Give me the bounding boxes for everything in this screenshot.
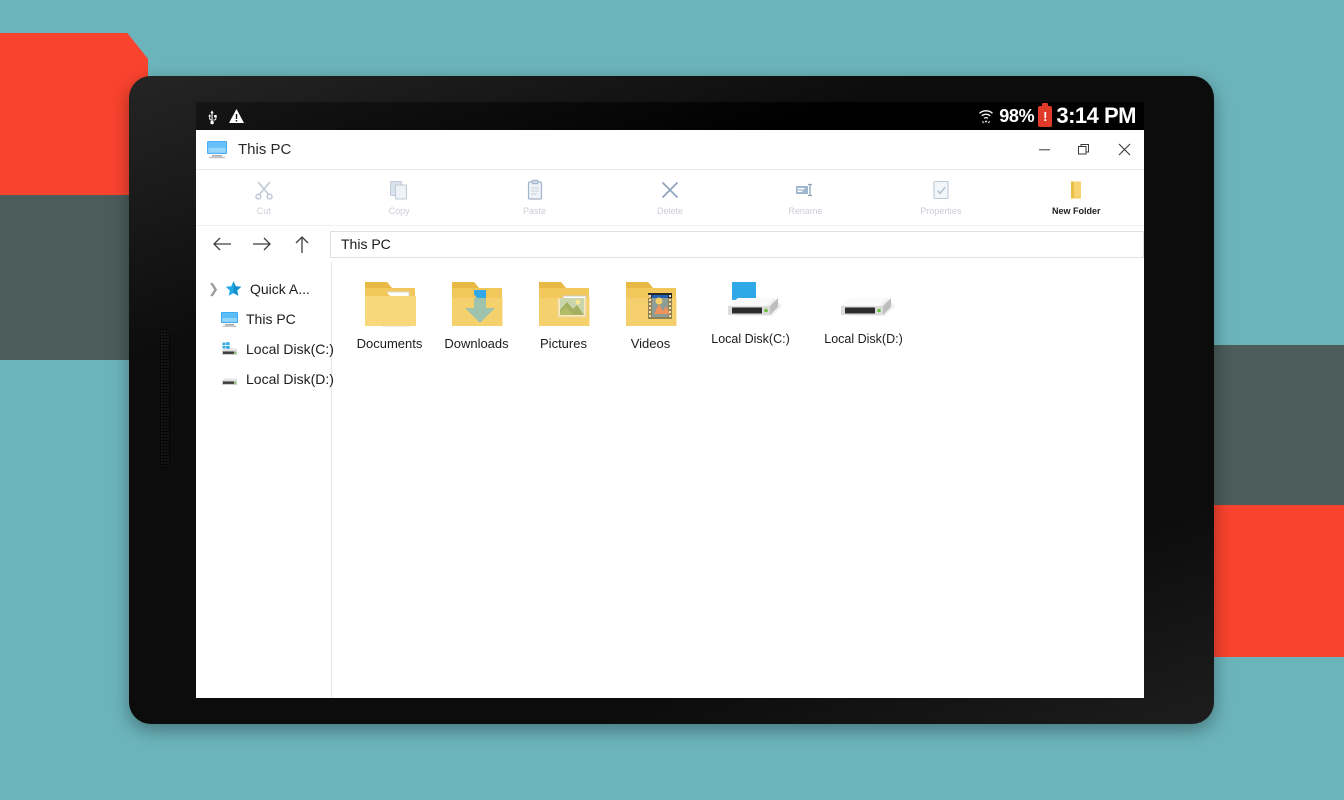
background-block-slate-right (1213, 345, 1344, 505)
window-title: This PC (238, 141, 292, 158)
background-block-red-right (1213, 505, 1344, 657)
sidebar-item-quick-access[interactable]: ❯ Quick A... (196, 274, 331, 304)
toolbar-label: Rename (788, 206, 823, 216)
toolbar-label: Cut (256, 206, 271, 216)
new-folder-icon (1065, 179, 1087, 201)
drive-c-icon (716, 276, 786, 328)
toolbar-label: Paste (523, 206, 547, 216)
navigation-bar: This PC (196, 226, 1144, 262)
speaker-grille (159, 328, 170, 468)
address-bar-value: This PC (341, 236, 391, 252)
toolbar-button-properties[interactable]: Properties (873, 170, 1008, 225)
status-bar-clock: 3:14 PM (1056, 103, 1136, 128)
up-button[interactable] (282, 226, 322, 262)
battery-alert-icon (1038, 102, 1053, 127)
wifi-icon (977, 107, 995, 125)
restore-button[interactable] (1064, 130, 1104, 169)
battery-percent-label: 98% (999, 105, 1035, 126)
warning-icon (228, 108, 245, 124)
drive-d-icon (220, 371, 239, 388)
item-label: Local Disk(D:) (824, 332, 903, 346)
sidebar-item-label: Quick A... (250, 281, 310, 297)
window-controls (1024, 130, 1144, 169)
toolbar-label: Delete (656, 206, 683, 216)
properties-icon (930, 179, 952, 201)
item-label: Downloads (444, 336, 509, 351)
address-bar[interactable]: This PC (330, 230, 1144, 258)
item-local-disk-d[interactable]: Local Disk(D:) (807, 276, 920, 351)
drive-c-icon (220, 341, 239, 358)
window-title-bar: This PC (196, 130, 1144, 170)
explorer-body: ❯ Quick A... This PC Local Disk(C:) Loca… (196, 262, 1144, 698)
item-label: Pictures (540, 336, 587, 351)
toolbar-button-rename[interactable]: Rename (738, 170, 873, 225)
tablet-screen: 98% 3:14 PM This PC (196, 102, 1144, 698)
sidebar-item-local-disk-c[interactable]: Local Disk(C:) (196, 334, 334, 364)
item-label: Videos (630, 336, 671, 351)
folder-pictures-icon (531, 276, 597, 332)
item-label: Documents (356, 336, 423, 351)
toolbar-button-paste[interactable]: Paste (467, 170, 602, 225)
scissors-icon (253, 179, 275, 201)
sidebar-item-label: Local Disk(D:) (246, 371, 334, 387)
clipboard-icon (524, 179, 546, 201)
sidebar-item-this-pc[interactable]: This PC (196, 304, 331, 334)
this-pc-icon (220, 311, 239, 328)
toolbar-button-new-folder[interactable]: New Folder (1009, 170, 1144, 225)
item-grid: A Documents (346, 276, 1144, 365)
command-toolbar: Cut Copy Paste Delete Rename Properties … (196, 170, 1144, 226)
toolbar-button-cut[interactable]: Cut (196, 170, 331, 225)
toolbar-label: Copy (388, 206, 410, 216)
back-button[interactable] (202, 226, 242, 262)
toolbar-button-copy[interactable]: Copy (331, 170, 466, 225)
navigation-pane: ❯ Quick A... This PC Local Disk(C:) Loca… (196, 262, 334, 698)
this-pc-icon (206, 140, 228, 159)
sidebar-item-local-disk-d[interactable]: Local Disk(D:) (196, 364, 334, 394)
sidebar-item-label: Local Disk(C:) (246, 341, 334, 357)
item-downloads[interactable]: Downloads (433, 276, 520, 351)
tablet-device: 98% 3:14 PM This PC (129, 76, 1214, 724)
toolbar-label: Properties (920, 206, 962, 216)
item-pictures[interactable]: Pictures (520, 276, 607, 351)
drive-d-icon (829, 276, 899, 328)
item-documents[interactable]: A Documents (346, 276, 433, 351)
copy-icon (388, 179, 410, 201)
content-pane: A Documents (332, 262, 1144, 698)
toolbar-button-delete[interactable]: Delete (602, 170, 737, 225)
rename-icon (794, 179, 816, 201)
minimize-button[interactable] (1024, 130, 1064, 169)
item-local-disk-c[interactable]: Local Disk(C:) (694, 276, 807, 351)
item-label: Local Disk(C:) (711, 332, 790, 346)
forward-button[interactable] (242, 226, 282, 262)
chevron-right-icon[interactable]: ❯ (208, 281, 219, 297)
item-videos[interactable]: Videos (607, 276, 694, 351)
usb-icon (206, 108, 219, 125)
close-button[interactable] (1104, 130, 1144, 169)
close-x-icon (659, 179, 681, 201)
folder-videos-icon (618, 276, 684, 332)
background-block-slate-top-left (0, 195, 148, 360)
toolbar-label: New Folder (1051, 206, 1101, 216)
star-icon (224, 280, 243, 298)
folder-documents-icon: A (357, 276, 423, 332)
android-status-bar: 98% 3:14 PM (196, 102, 1144, 130)
file-explorer-window: This PC Cut Copy Paste Delete Rename Pro… (196, 130, 1144, 698)
sidebar-item-label: This PC (246, 311, 296, 327)
background-block-red-top-left (0, 33, 148, 195)
folder-downloads-icon (444, 276, 510, 332)
